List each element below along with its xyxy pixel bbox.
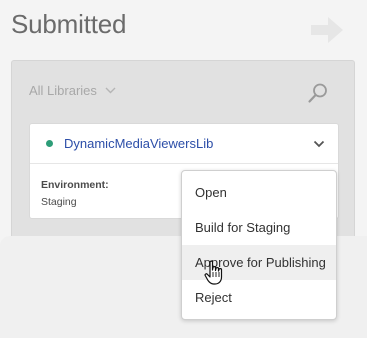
- library-name-link[interactable]: DynamicMediaViewersLib: [64, 136, 213, 151]
- chevron-down-icon[interactable]: [312, 137, 326, 151]
- library-select-label: All Libraries: [29, 83, 97, 98]
- menu-item-build-for-staging[interactable]: Build for Staging: [182, 210, 336, 245]
- menu-item-open[interactable]: Open: [182, 175, 336, 210]
- environment-value: Staging: [41, 196, 77, 208]
- arrow-right-icon[interactable]: [310, 15, 344, 45]
- page-title: Submitted: [11, 9, 127, 39]
- chevron-down-icon: [105, 87, 116, 94]
- library-card-header[interactable]: DynamicMediaViewersLib: [30, 124, 338, 164]
- search-icon[interactable]: [307, 82, 329, 104]
- context-menu: Open Build for Staging Approve for Publi…: [181, 170, 337, 320]
- status-dot: [46, 140, 53, 147]
- hand-pointer-cursor-icon: [204, 260, 223, 285]
- environment-label: Environment:: [41, 179, 109, 191]
- library-select[interactable]: All Libraries: [29, 83, 116, 98]
